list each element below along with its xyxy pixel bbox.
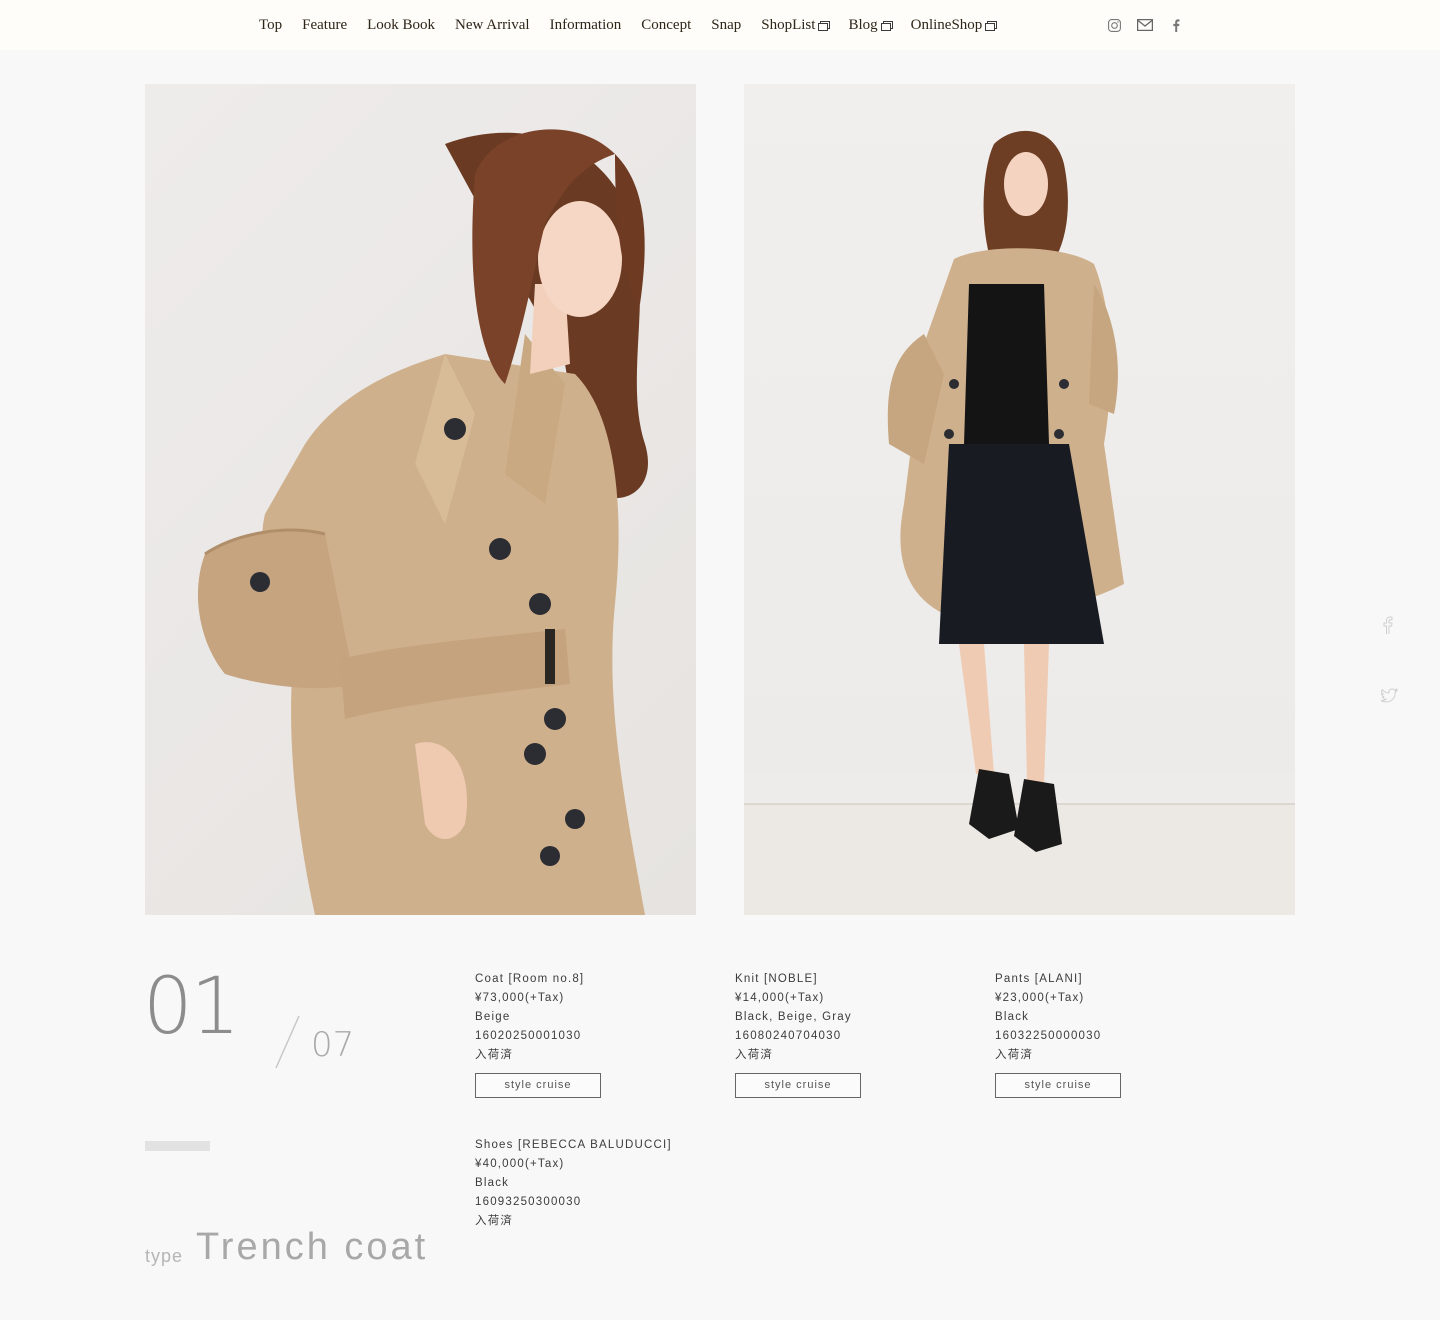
item-code: 16093250300030 bbox=[475, 1196, 582, 1208]
facebook-share-icon[interactable] bbox=[1380, 616, 1396, 634]
nav-label: Blog bbox=[848, 16, 878, 33]
item-price: ¥23,000(+Tax) bbox=[995, 992, 1085, 1004]
item-status: 入荷済 bbox=[735, 1049, 774, 1061]
nav-snap[interactable]: Snap bbox=[711, 17, 741, 34]
nav-onlineshop[interactable]: OnlineShop bbox=[910, 16, 998, 34]
nav-label: OnlineShop bbox=[910, 16, 983, 33]
item-price: ¥73,000(+Tax) bbox=[475, 992, 565, 1004]
facebook-icon[interactable] bbox=[1169, 18, 1183, 32]
look-photo-fullbody bbox=[744, 84, 1295, 915]
nav-information[interactable]: Information bbox=[550, 17, 622, 34]
external-link-icon bbox=[985, 21, 998, 31]
item-name: Pants [ALANI] bbox=[995, 973, 1083, 985]
look-number: 01 bbox=[143, 962, 240, 1052]
nav-label: Concept bbox=[641, 16, 692, 33]
style-cruise-button[interactable]: style cruise bbox=[995, 1073, 1121, 1098]
look-total: 07 bbox=[311, 1025, 355, 1065]
item-name: Shoes [REBECCA BALUDUCCI] bbox=[475, 1139, 672, 1151]
nav-label: Look Book bbox=[367, 16, 436, 33]
item-color: Black, Beige, Gray bbox=[735, 1011, 852, 1023]
nav-label: New Arrival bbox=[455, 16, 530, 33]
nav-feature[interactable]: Feature bbox=[302, 17, 347, 34]
nav-label: Feature bbox=[302, 16, 348, 33]
model-closeup-illustration bbox=[197, 129, 648, 915]
type-label: type bbox=[145, 1246, 184, 1266]
item-color: Black bbox=[475, 1177, 510, 1189]
header-social-links bbox=[1107, 18, 1183, 32]
nav-new-arrival[interactable]: New Arrival bbox=[455, 17, 530, 34]
nav-concept[interactable]: Concept bbox=[641, 17, 691, 34]
item-shoes: Shoes [REBECCA BALUDUCCI] ¥40,000(+Tax) … bbox=[475, 1136, 672, 1231]
mail-icon[interactable] bbox=[1137, 18, 1153, 32]
nav-label: ShopList bbox=[761, 16, 816, 33]
type-value: Trench coat bbox=[196, 1226, 429, 1268]
nav-top[interactable]: Top bbox=[259, 17, 282, 34]
nav-shoplist[interactable]: ShopList bbox=[761, 16, 831, 34]
item-knit: Knit [NOBLE] ¥14,000(+Tax) Black, Beige,… bbox=[735, 970, 861, 1098]
item-name: Knit [NOBLE] bbox=[735, 973, 818, 985]
external-link-icon bbox=[880, 21, 893, 31]
nav-look-book[interactable]: Look Book bbox=[367, 17, 435, 34]
nav-label: Information bbox=[549, 16, 622, 33]
look-photo-closeup bbox=[145, 84, 696, 915]
nav-label: Top bbox=[259, 16, 283, 33]
item-status: 入荷済 bbox=[475, 1215, 514, 1227]
instagram-icon[interactable] bbox=[1107, 18, 1121, 32]
item-pants: Pants [ALANI] ¥23,000(+Tax) Black 160322… bbox=[995, 970, 1121, 1098]
item-status: 入荷済 bbox=[475, 1049, 514, 1061]
style-cruise-button[interactable]: style cruise bbox=[475, 1073, 601, 1098]
item-price: ¥14,000(+Tax) bbox=[735, 992, 825, 1004]
accent-bar bbox=[145, 1141, 210, 1151]
number-divider bbox=[275, 1015, 300, 1069]
style-cruise-button[interactable]: style cruise bbox=[735, 1073, 861, 1098]
item-code: 16020250001030 bbox=[475, 1030, 582, 1042]
site-header: Top Feature Look Book New Arrival Inform… bbox=[0, 0, 1440, 50]
external-link-icon bbox=[818, 21, 831, 31]
item-name: Coat [Room no.8] bbox=[475, 973, 585, 985]
item-price: ¥40,000(+Tax) bbox=[475, 1158, 565, 1170]
item-status: 入荷済 bbox=[995, 1049, 1034, 1061]
model-fullbody-illustration bbox=[744, 130, 1295, 915]
nav-blog[interactable]: Blog bbox=[848, 16, 893, 34]
main-nav: Top Feature Look Book New Arrival Inform… bbox=[259, 0, 1015, 50]
twitter-share-icon[interactable] bbox=[1380, 688, 1399, 704]
item-code: 16080240704030 bbox=[735, 1030, 842, 1042]
nav-label: Snap bbox=[711, 16, 742, 33]
item-color: Black bbox=[995, 1011, 1030, 1023]
item-code: 16032250000030 bbox=[995, 1030, 1102, 1042]
item-color: Beige bbox=[475, 1011, 511, 1023]
item-coat: Coat [Room no.8] ¥73,000(+Tax) Beige 160… bbox=[475, 970, 601, 1098]
